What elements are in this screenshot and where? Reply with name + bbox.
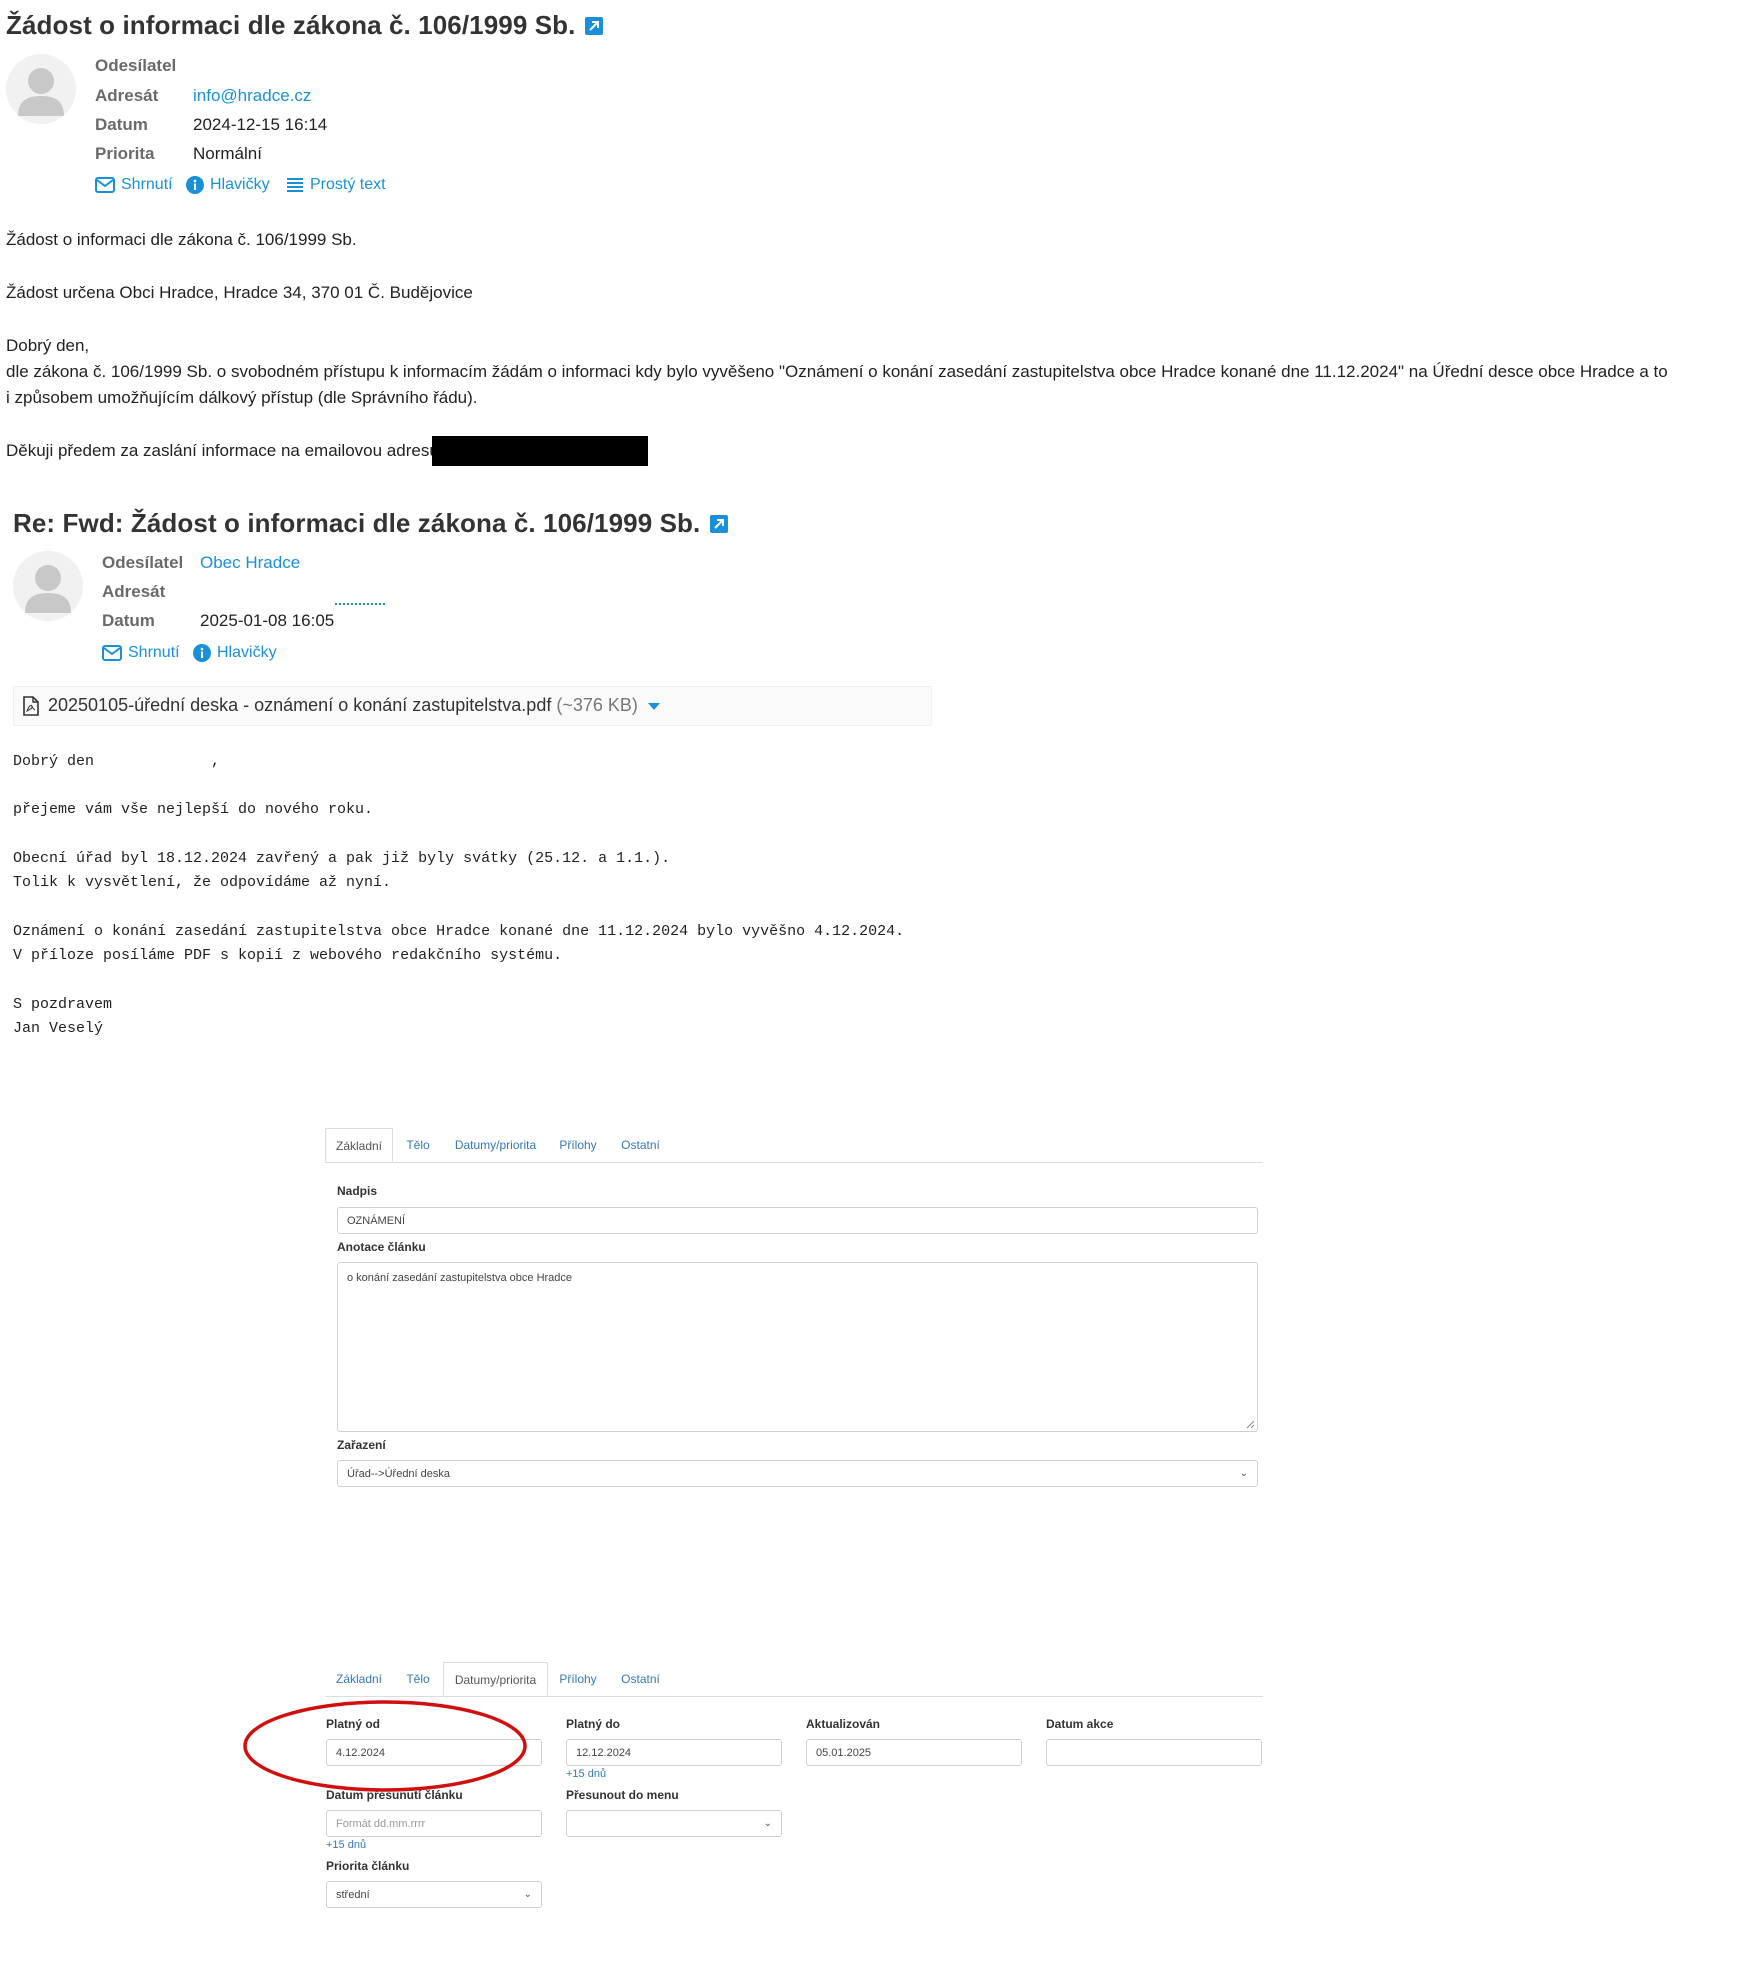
event-date-label: Datum akce xyxy=(1046,1717,1114,1731)
email2-body-line: přejeme vám vše nejlepší do nového roku. xyxy=(13,801,374,818)
date-label: Datum xyxy=(95,115,148,134)
plus-15-days-link[interactable]: +15 dnů xyxy=(566,1768,606,1780)
sender-avatar xyxy=(13,551,83,621)
attachment-bar[interactable]: 20250105-úřední deska - oznámení o konán… xyxy=(13,686,932,726)
recipient-email-link[interactable]: info@hradce.cz xyxy=(193,86,311,106)
tab-basic[interactable]: Základní xyxy=(325,1662,393,1696)
email1-body-line: dle zákona č. 106/1999 Sb. o svobodném p… xyxy=(6,362,1668,381)
chevron-down-icon: ⌄ xyxy=(763,1818,772,1829)
title-label: Nadpis xyxy=(337,1184,378,1198)
info-icon xyxy=(186,176,204,194)
headers-button[interactable]: Hlavičky xyxy=(193,644,277,662)
updated-label: Aktualizován xyxy=(806,1717,881,1731)
email2-body-line: Dobrý den , xyxy=(13,753,221,770)
cms2-tab-bar: Základní Tělo Datumy/priorita Přílohy Os… xyxy=(325,1662,1263,1697)
date-value: 2025-01-08 16:05 xyxy=(200,611,335,630)
valid-to-label: Platný do xyxy=(566,1717,621,1731)
sender-avatar xyxy=(6,54,76,124)
envelope-icon xyxy=(102,645,122,661)
tab-body[interactable]: Tělo xyxy=(393,1662,443,1696)
email2-subject: Re: Fwd: Žádost o informaci dle zákona č… xyxy=(13,508,729,539)
email2-body-line: V příloze posíláme PDF s kopií z webovéh… xyxy=(13,947,563,964)
title-input[interactable]: OZNÁMENÍ xyxy=(337,1207,1258,1234)
email2-body-line: Obecní úřad byl 18.12.2024 zavřený a pak… xyxy=(13,850,671,867)
email1-body-line: Dobrý den, xyxy=(6,336,90,355)
caret-down-icon[interactable] xyxy=(647,702,660,710)
email1-body-line: Žádost určena Obci Hradce, Hradce 34, 37… xyxy=(6,283,473,302)
date-value: 2024-12-15 16:14 xyxy=(193,115,328,134)
open-external-icon[interactable] xyxy=(710,515,729,533)
redacted-email xyxy=(432,436,648,466)
plain-text-button[interactable]: Prostý text xyxy=(286,176,386,194)
email1-body-line: i způsobem umožňujícím dálkový přístup (… xyxy=(6,388,478,407)
email2-body-line: S pozdravem xyxy=(13,996,113,1013)
priority-value: Normální xyxy=(193,144,262,163)
tab-dates-priority[interactable]: Datumy/priorita xyxy=(443,1662,548,1696)
recipient-obscured xyxy=(335,603,385,607)
tab-attachments[interactable]: Přílohy xyxy=(548,1128,608,1162)
valid-to-input[interactable]: 12.12.2024 xyxy=(566,1739,782,1766)
date-label: Datum xyxy=(102,611,155,630)
tab-other[interactable]: Ostatní xyxy=(608,1662,673,1696)
email2-body-line: Oznámení o konání zasedání zastupitelstv… xyxy=(13,923,905,940)
open-external-icon[interactable] xyxy=(585,17,604,35)
category-label: Zařazení xyxy=(337,1438,386,1452)
plus-15-days-link[interactable]: +15 dnů xyxy=(326,1839,366,1851)
envelope-icon xyxy=(95,177,115,193)
headers-button[interactable]: Hlavičky xyxy=(186,176,270,194)
category-select[interactable]: Úřad-->Úřední deska ⌄ xyxy=(337,1460,1258,1487)
article-priority-label: Priorita článku xyxy=(326,1859,410,1873)
recipient-label: Adresát xyxy=(95,86,159,105)
cms1-tab-bar: Základní Tělo Datumy/priorita Přílohy Os… xyxy=(325,1128,1263,1163)
tab-attachments[interactable]: Přílohy xyxy=(548,1662,608,1696)
tab-basic[interactable]: Základní xyxy=(325,1128,393,1162)
email1-body-line: Děkuji předem za zaslání informace na em… xyxy=(6,441,444,460)
email2-body-line: Jan Veselý xyxy=(13,1020,104,1037)
attachment-link[interactable]: 20250105-úřední deska - oznámení o konán… xyxy=(48,695,660,716)
summary-button[interactable]: Shrnutí xyxy=(102,644,180,662)
move-menu-select[interactable]: ⌄ xyxy=(566,1810,782,1837)
highlight-circle xyxy=(243,1700,527,1792)
priority-label: Priorita xyxy=(95,144,155,163)
pdf-file-icon xyxy=(23,696,39,721)
move-date-input[interactable]: Formát dd.mm.rrrr xyxy=(326,1810,542,1837)
updated-input[interactable]: 05.01.2025 xyxy=(806,1739,1022,1766)
email2-body-line: Tolik k vysvětlení, že odpovídáme až nyn… xyxy=(13,874,392,891)
tab-dates-priority[interactable]: Datumy/priorita xyxy=(443,1128,548,1162)
event-date-input[interactable] xyxy=(1046,1739,1262,1766)
summary-button[interactable]: Shrnutí xyxy=(95,176,173,194)
article-priority-select[interactable]: střední ⌄ xyxy=(326,1881,542,1908)
chevron-down-icon: ⌄ xyxy=(1239,1468,1248,1479)
annotation-textarea[interactable]: o konání zasedání zastupitelstva obce Hr… xyxy=(337,1262,1258,1432)
tab-other[interactable]: Ostatní xyxy=(608,1128,673,1162)
move-menu-label: Přesunout do menu xyxy=(566,1788,679,1802)
tab-body[interactable]: Tělo xyxy=(393,1128,443,1162)
recipient-label: Adresát xyxy=(102,582,166,601)
annotation-label: Anotace článku xyxy=(337,1240,426,1254)
lines-icon xyxy=(287,178,303,192)
resize-handle-icon[interactable] xyxy=(1245,1419,1255,1429)
chevron-down-icon: ⌄ xyxy=(523,1889,532,1900)
email1-subject: Žádost o informaci dle zákona č. 106/199… xyxy=(6,10,604,41)
sender-label: Odesílatel xyxy=(102,553,184,572)
sender-label: Odesílatel xyxy=(95,56,177,75)
email1-body-line: Žádost o informaci dle zákona č. 106/199… xyxy=(6,230,357,249)
info-icon xyxy=(193,644,211,662)
sender-name-link[interactable]: Obec Hradce xyxy=(200,553,300,573)
